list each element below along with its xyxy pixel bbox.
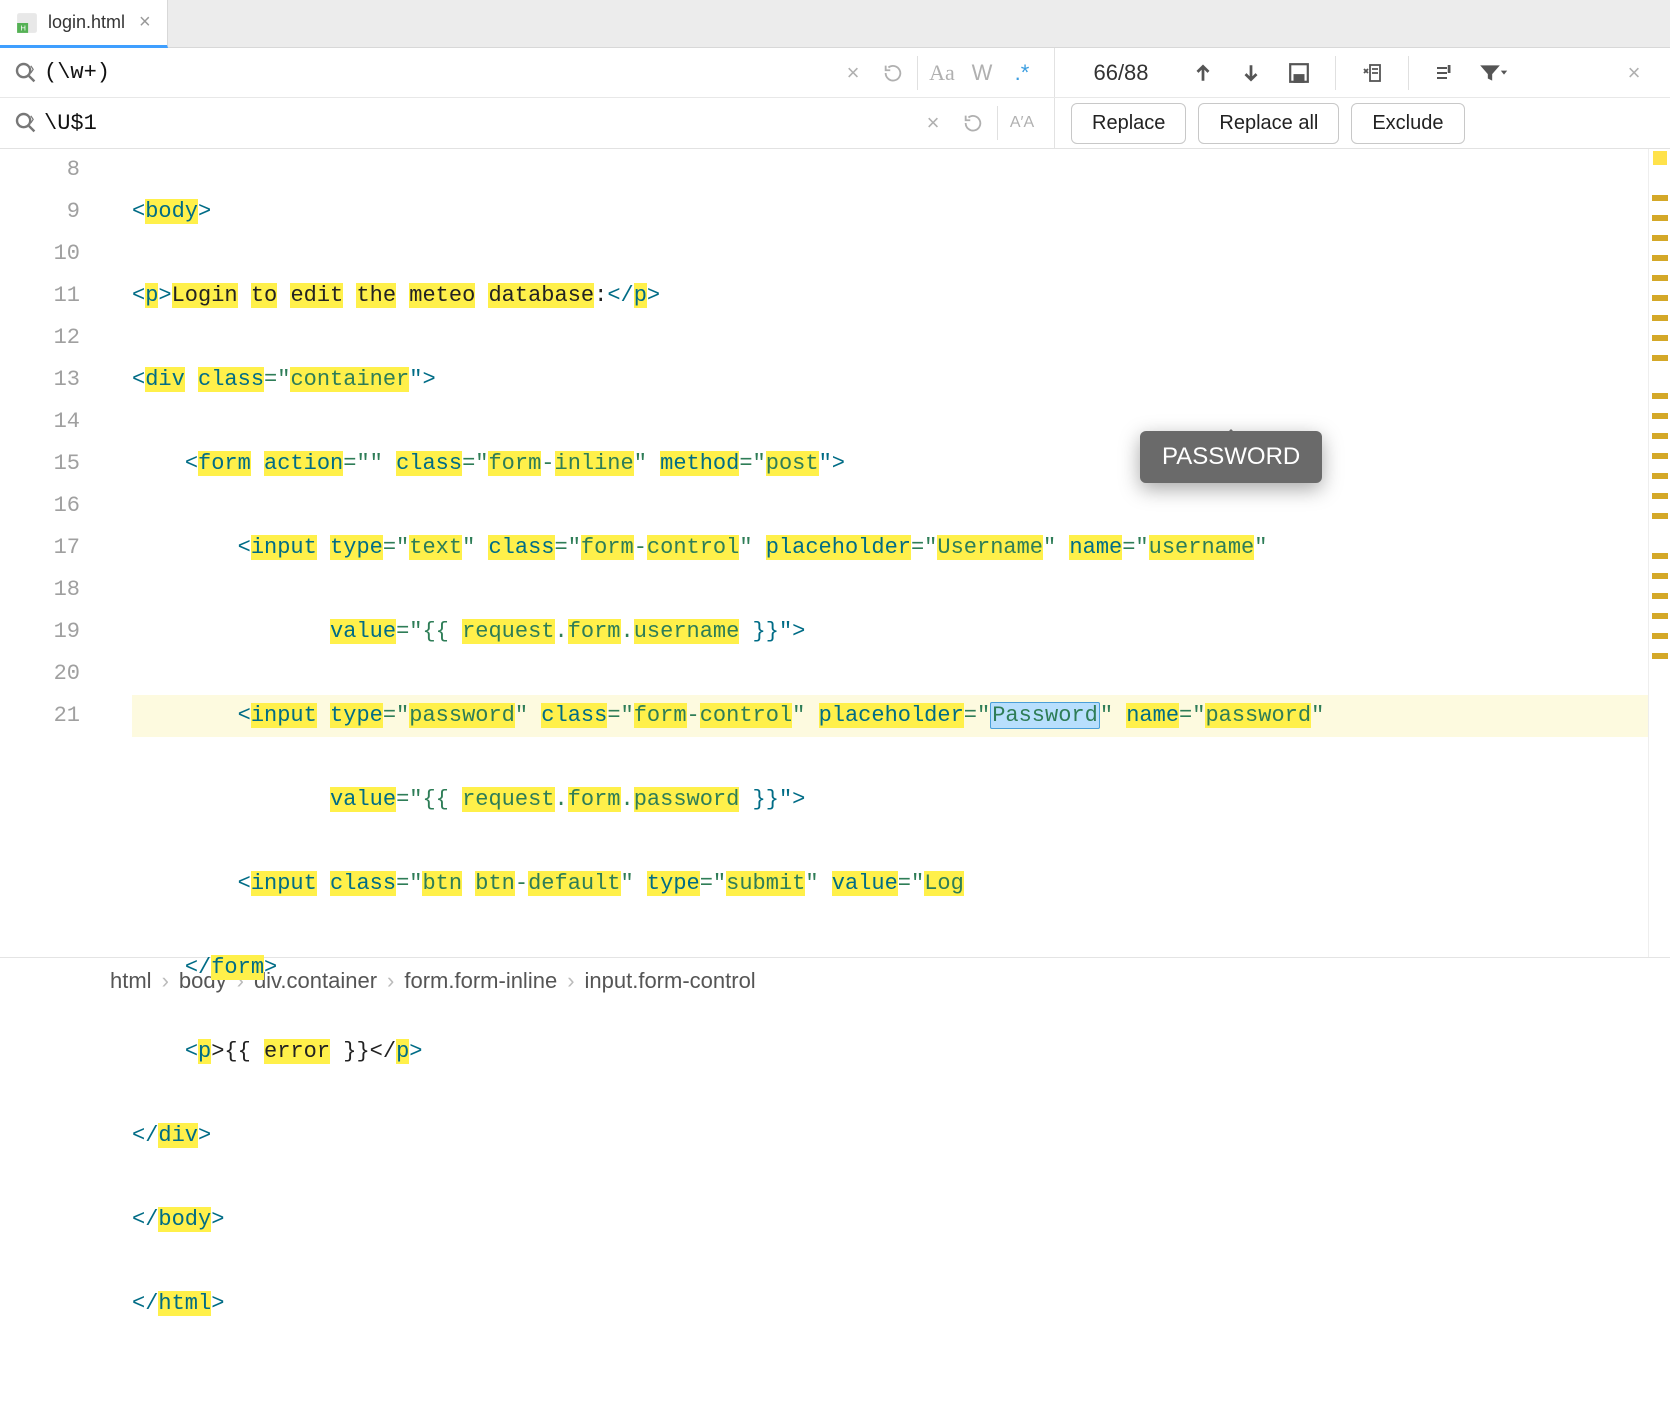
marker[interactable]: [1652, 613, 1668, 619]
marker[interactable]: [1652, 493, 1668, 499]
line-number: 11: [0, 275, 80, 317]
clear-replace-icon[interactable]: ×: [913, 103, 953, 143]
line-number: 13: [0, 359, 80, 401]
tooltip-text: PASSWORD: [1162, 443, 1300, 470]
code-line[interactable]: <input type="text" class="form-control" …: [132, 527, 1648, 569]
line-number: 14: [0, 401, 80, 443]
replace-button[interactable]: Replace: [1071, 103, 1186, 144]
editor[interactable]: 8 9 10 11 12 13 14 15 16 17 18 19 20 21 …: [0, 149, 1670, 957]
marker[interactable]: [1652, 275, 1668, 281]
code-line[interactable]: </body>: [132, 1199, 1648, 1241]
marker[interactable]: [1652, 473, 1668, 479]
code-line[interactable]: <div class="container">: [132, 359, 1648, 401]
search-icon[interactable]: [14, 61, 38, 85]
marker[interactable]: [1652, 295, 1668, 301]
replace-input[interactable]: [44, 111, 913, 136]
marker[interactable]: [1652, 195, 1668, 201]
tab-bar: H login.html ×: [0, 0, 1670, 48]
words-toggle[interactable]: W: [962, 53, 1002, 93]
code-line[interactable]: value="{{ request.form.password }}">: [132, 779, 1648, 821]
tab-label: login.html: [48, 12, 125, 33]
code-line[interactable]: value="{{ request.form.username }}">: [132, 611, 1648, 653]
code-line[interactable]: <form action="" class="form-inline" meth…: [132, 443, 1648, 485]
match-case-toggle[interactable]: Aa: [922, 53, 962, 93]
line-number: 16: [0, 485, 80, 527]
find-replace-panel: × Aa W .* 66/88 I ×: [0, 48, 1670, 149]
filter-icon[interactable]: [1477, 57, 1509, 89]
fold-column: [100, 149, 128, 957]
marker[interactable]: [1652, 433, 1668, 439]
close-icon[interactable]: ×: [139, 11, 151, 34]
line-number: 15: [0, 443, 80, 485]
find-input[interactable]: [44, 60, 833, 85]
line-number: 10: [0, 233, 80, 275]
match-count: 66/88: [1071, 60, 1171, 86]
line-number: 21: [0, 695, 80, 737]
code-line[interactable]: <input type="password" class="form-contr…: [132, 695, 1648, 737]
line-number: 19: [0, 611, 80, 653]
editor-tab[interactable]: H login.html ×: [0, 0, 168, 48]
replace-history-icon[interactable]: [953, 103, 993, 143]
marker[interactable]: [1652, 255, 1668, 261]
marker[interactable]: [1652, 573, 1668, 579]
exclude-button[interactable]: Exclude: [1351, 103, 1464, 144]
html-file-icon: H: [16, 12, 38, 34]
code-line[interactable]: </form>: [132, 947, 1648, 989]
line-number: 20: [0, 653, 80, 695]
code-area[interactable]: <body> <p>Login to edit the meteo databa…: [128, 149, 1648, 957]
marker[interactable]: [1652, 593, 1668, 599]
line-number: 17: [0, 527, 80, 569]
marker[interactable]: [1652, 553, 1668, 559]
new-find-window-icon[interactable]: [1356, 57, 1388, 89]
find-row: × Aa W .* 66/88 I ×: [0, 48, 1670, 98]
line-number: 9: [0, 191, 80, 233]
next-match-icon[interactable]: [1235, 57, 1267, 89]
line-number: 12: [0, 317, 80, 359]
search-icon[interactable]: [14, 111, 38, 135]
marker[interactable]: [1652, 235, 1668, 241]
line-gutter: 8 9 10 11 12 13 14 15 16 17 18 19 20 21: [0, 149, 100, 957]
svg-text:H: H: [20, 23, 26, 32]
code-line[interactable]: </html>: [132, 1283, 1648, 1325]
regex-toggle[interactable]: .*: [1002, 53, 1042, 93]
marker[interactable]: [1653, 151, 1667, 165]
marker[interactable]: [1652, 355, 1668, 361]
line-number: 8: [0, 149, 80, 191]
selected-match: Password: [990, 702, 1100, 729]
preserve-case-toggle[interactable]: A′A: [1002, 103, 1042, 143]
svg-text:I: I: [1448, 65, 1450, 74]
marker[interactable]: [1652, 513, 1668, 519]
code-line[interactable]: </div>: [132, 1115, 1648, 1157]
marker[interactable]: [1652, 653, 1668, 659]
prev-match-icon[interactable]: [1187, 57, 1219, 89]
marker[interactable]: [1652, 453, 1668, 459]
code-line[interactable]: <p>{{ error }}</p>: [132, 1031, 1648, 1073]
marker[interactable]: [1652, 633, 1668, 639]
marker[interactable]: [1652, 315, 1668, 321]
replace-all-button[interactable]: Replace all: [1198, 103, 1339, 144]
marker-strip[interactable]: [1648, 149, 1670, 957]
code-line[interactable]: <body>: [132, 191, 1648, 233]
code-line[interactable]: <input class="btn btn-default" type="sub…: [132, 863, 1648, 905]
marker[interactable]: [1652, 413, 1668, 419]
marker[interactable]: [1652, 215, 1668, 221]
in-selection-icon[interactable]: I: [1429, 57, 1461, 89]
close-panel-icon[interactable]: ×: [1614, 53, 1654, 93]
replace-preview-tooltip: PASSWORD: [1140, 431, 1322, 483]
replace-row: × A′A Replace Replace all Exclude: [0, 98, 1670, 148]
code-line[interactable]: <p>Login to edit the meteo database:</p>: [132, 275, 1648, 317]
line-number: 18: [0, 569, 80, 611]
marker[interactable]: [1652, 335, 1668, 341]
select-all-icon[interactable]: [1283, 57, 1315, 89]
find-history-icon[interactable]: [873, 53, 913, 93]
clear-find-icon[interactable]: ×: [833, 53, 873, 93]
marker[interactable]: [1652, 393, 1668, 399]
